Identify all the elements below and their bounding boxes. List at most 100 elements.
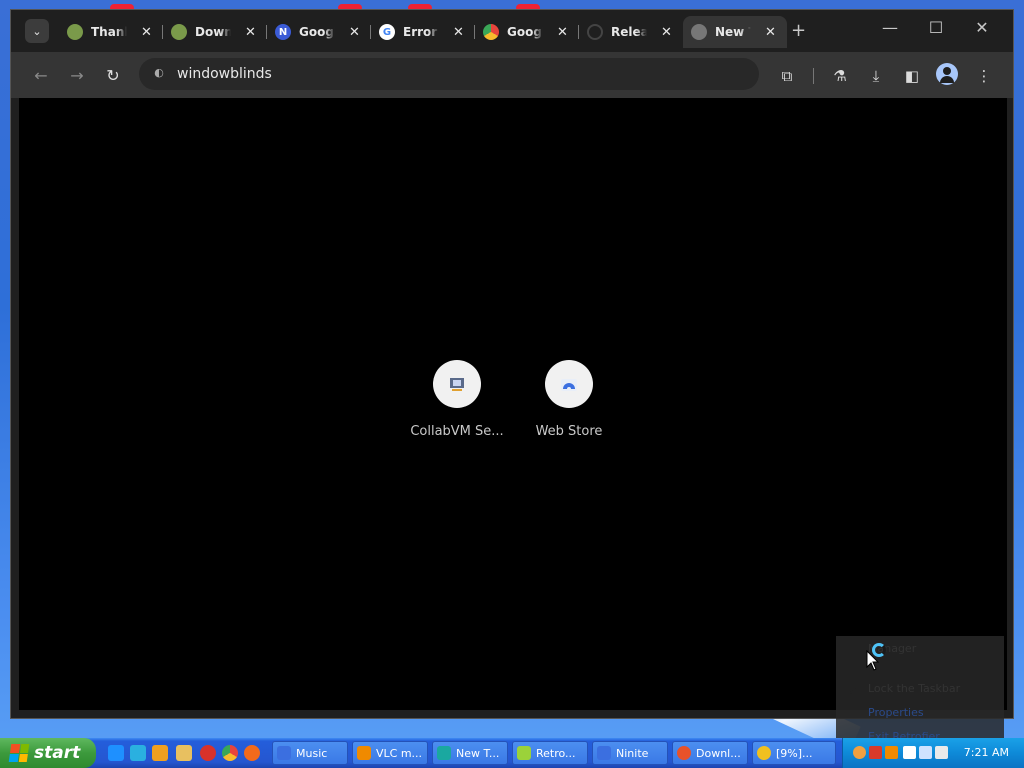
wrench-icon xyxy=(67,24,83,40)
toolbar-divider xyxy=(813,68,814,84)
chevron-down-icon: ⌄ xyxy=(32,24,42,38)
flag-tray-icon[interactable] xyxy=(903,746,916,759)
side-panel-button[interactable]: ◧ xyxy=(901,65,923,87)
taskbar-button-label: Downl... xyxy=(696,746,741,760)
ninite-icon xyxy=(597,746,611,760)
shortcut-label: Web Store xyxy=(535,424,603,439)
installer-icon xyxy=(757,746,771,760)
firefox-icon xyxy=(677,746,691,760)
tab-title: Googl xyxy=(507,25,543,39)
side-panel-icon: ◧ xyxy=(904,67,920,85)
mouse-cursor-icon xyxy=(866,650,880,671)
browser-window: ⌄ Thank ✕ Down ✕ N Googl ✕ G Error ✕ Go xyxy=(10,9,1014,719)
wrench-icon xyxy=(171,24,187,40)
tab-title: Down xyxy=(195,25,231,39)
close-icon[interactable]: ✕ xyxy=(557,25,568,40)
close-icon[interactable]: ✕ xyxy=(141,25,152,40)
tab-active[interactable]: New T ✕ xyxy=(683,16,787,48)
taskbar-button-installer[interactable]: [9%]... xyxy=(752,741,836,765)
clock[interactable]: 7:21 AM xyxy=(964,746,1009,759)
tab[interactable]: Thank ✕ xyxy=(59,16,163,48)
address-text: windowblinds xyxy=(177,66,272,82)
tab[interactable]: Googl ✕ xyxy=(475,16,579,48)
collabvm-icon xyxy=(433,360,481,408)
address-bar[interactable]: ◐ windowblinds xyxy=(139,58,759,90)
taskbar-button-label: [9%]... xyxy=(776,746,813,760)
vpn-icon: N xyxy=(275,24,291,40)
github-icon xyxy=(587,24,603,40)
music-icon xyxy=(277,746,291,760)
toolbar: ← → ↻ ◐ windowblinds ⧉ ⚗ ⤓ ◧ ⋮ xyxy=(11,52,1013,98)
close-icon[interactable]: ✕ xyxy=(453,25,464,40)
taskbar-button-label: New T... xyxy=(456,746,500,760)
start-button[interactable]: start xyxy=(0,738,96,768)
chrome-icon[interactable] xyxy=(222,745,238,761)
new-tab-page: CollabVM Se... Web Store xyxy=(19,98,1007,710)
shortcut-tile[interactable]: Web Store xyxy=(514,360,624,439)
vlc-icon xyxy=(357,746,371,760)
tab-search-button[interactable]: ⌄ xyxy=(25,19,49,43)
search-engine-icon: ◐ xyxy=(154,66,164,79)
web-store-icon xyxy=(545,360,593,408)
folder-icon[interactable] xyxy=(176,745,192,761)
vlc-tray-icon[interactable] xyxy=(885,746,898,759)
shield-tray-icon[interactable] xyxy=(869,746,882,759)
close-icon[interactable]: ✕ xyxy=(765,25,776,40)
new-tab-button[interactable]: + xyxy=(791,20,806,41)
back-button[interactable]: ← xyxy=(31,66,51,86)
taskbar-context-menu: Manager ✓ Lock the Taskbar Properties Ex… xyxy=(836,636,1004,748)
taskbar-button-ninite[interactable]: Ninite xyxy=(592,741,668,765)
extensions-button[interactable]: ⧉ xyxy=(776,65,798,87)
reload-icon: ↻ xyxy=(106,66,120,85)
puzzle-icon: ⧉ xyxy=(781,67,793,85)
menu-item-lock-taskbar[interactable]: Lock the Taskbar xyxy=(868,682,960,695)
more-vertical-icon: ⋮ xyxy=(976,67,992,85)
browser-icon xyxy=(437,746,451,760)
tab[interactable]: Down ✕ xyxy=(163,16,267,48)
taskbar-button-vlc[interactable]: VLC m... xyxy=(352,741,428,765)
firefox-icon[interactable] xyxy=(244,745,260,761)
shortcut-tile[interactable]: CollabVM Se... xyxy=(402,360,512,439)
taskbar-button-label: Ninite xyxy=(616,746,649,760)
globe-icon xyxy=(691,24,707,40)
tab-title: Thank xyxy=(91,25,127,39)
forward-button[interactable]: → xyxy=(67,66,87,86)
tab-strip: ⌄ Thank ✕ Down ✕ N Googl ✕ G Error ✕ Go xyxy=(11,10,1013,52)
messenger-icon[interactable] xyxy=(130,745,146,761)
tab-title: New T xyxy=(715,25,751,39)
chrome-icon xyxy=(483,24,499,40)
network-tray-icon[interactable] xyxy=(919,746,932,759)
downloads-button[interactable]: ⤓ xyxy=(865,65,887,87)
taskbar-button-music[interactable]: Music xyxy=(272,741,348,765)
tab[interactable]: Relea ✕ xyxy=(579,16,683,48)
taskbar-button-retrofier[interactable]: Retro... xyxy=(512,741,588,765)
start-label: start xyxy=(34,743,81,763)
menu-item-properties[interactable]: Properties xyxy=(868,706,924,719)
media-player-icon[interactable] xyxy=(152,745,168,761)
arrow-left-icon: ← xyxy=(34,66,48,85)
taskbar-button-label: VLC m... xyxy=(376,746,423,760)
close-icon[interactable]: ✕ xyxy=(349,25,360,40)
close-window-button[interactable]: ✕ xyxy=(967,18,997,37)
arrow-right-icon: → xyxy=(70,66,84,85)
maximize-button[interactable]: ☐ xyxy=(921,18,951,37)
tab[interactable]: N Googl ✕ xyxy=(267,16,371,48)
search-tray-icon[interactable] xyxy=(853,746,866,759)
taskbar-button-browser[interactable]: New T... xyxy=(432,741,508,765)
profile-avatar[interactable] xyxy=(936,63,958,85)
internet-explorer-icon[interactable] xyxy=(108,745,124,761)
opera-icon[interactable] xyxy=(200,745,216,761)
reload-button[interactable]: ↻ xyxy=(103,66,123,86)
close-icon[interactable]: ✕ xyxy=(661,25,672,40)
taskbar-button-downloads[interactable]: Downl... xyxy=(672,741,748,765)
retrofier-icon xyxy=(517,746,531,760)
menu-button[interactable]: ⋮ xyxy=(973,65,995,87)
volume-tray-icon[interactable] xyxy=(935,746,948,759)
minimize-button[interactable]: — xyxy=(875,18,905,37)
close-icon[interactable]: ✕ xyxy=(245,25,256,40)
labs-button[interactable]: ⚗ xyxy=(829,65,851,87)
desktop: { "browser": { "tabs": [ {"title": "Than… xyxy=(0,0,1024,768)
tab-title: Relea xyxy=(611,25,647,39)
system-tray: 7:21 AM xyxy=(842,738,1024,768)
tab[interactable]: G Error ✕ xyxy=(371,16,475,48)
